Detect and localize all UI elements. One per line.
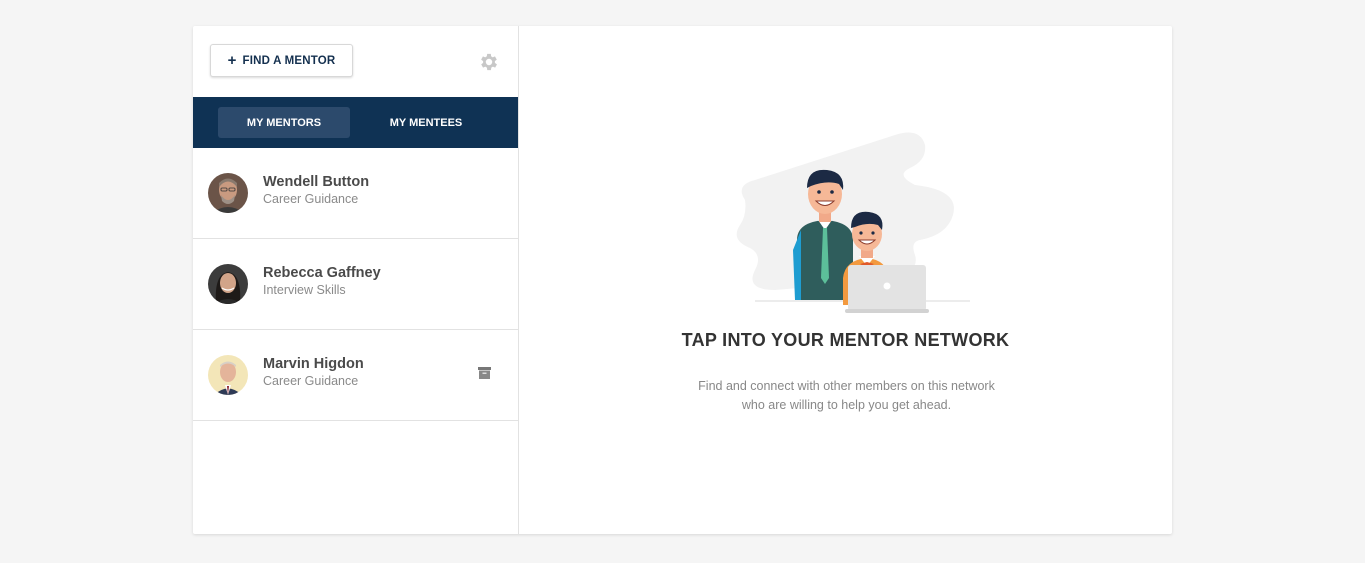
archive-icon[interactable]: [478, 367, 491, 379]
list-item[interactable]: Marvin Higdon Career Guidance: [193, 330, 518, 421]
empty-state-description: Find and connect with other members on t…: [698, 379, 995, 412]
plus-icon: +: [227, 52, 237, 69]
avatar: [208, 355, 248, 395]
mentor-topic: Interview Skills: [263, 283, 346, 297]
tab-my-mentees[interactable]: MY MENTEES: [360, 107, 492, 138]
find-mentor-label: FIND A MENTOR: [242, 54, 336, 67]
mentor-tabs: MY MENTORS MY MENTEES: [193, 97, 518, 148]
main-panel: TAP INTO YOUR MENTOR NETWORK Find and co…: [519, 26, 1172, 534]
gear-icon[interactable]: [478, 51, 500, 73]
mentor-name: Rebecca Gaffney: [263, 265, 381, 281]
mentors-illustration: [736, 132, 970, 313]
mentor-name: Wendell Button: [263, 174, 370, 190]
avatar: [208, 264, 248, 304]
sidebar-header: + FIND A MENTOR: [193, 26, 518, 97]
mentor-topic: Career Guidance: [263, 192, 359, 206]
find-mentor-button[interactable]: + FIND A MENTOR: [210, 44, 353, 77]
mentor-card: + FIND A MENTOR MY MENTORS MY MENTEES We…: [193, 26, 1172, 534]
tab-my-mentors[interactable]: MY MENTORS: [218, 107, 350, 138]
list-item[interactable]: Rebecca Gaffney Interview Skills: [193, 239, 518, 330]
empty-state-headline: TAP INTO YOUR MENTOR NETWORK: [681, 330, 1010, 350]
mentor-name: Marvin Higdon: [263, 356, 364, 372]
mentor-topic: Career Guidance: [263, 374, 359, 388]
avatar: [208, 173, 248, 213]
sidebar: + FIND A MENTOR MY MENTORS MY MENTEES We…: [193, 26, 519, 534]
list-item[interactable]: Wendell Button Career Guidance: [193, 148, 518, 239]
